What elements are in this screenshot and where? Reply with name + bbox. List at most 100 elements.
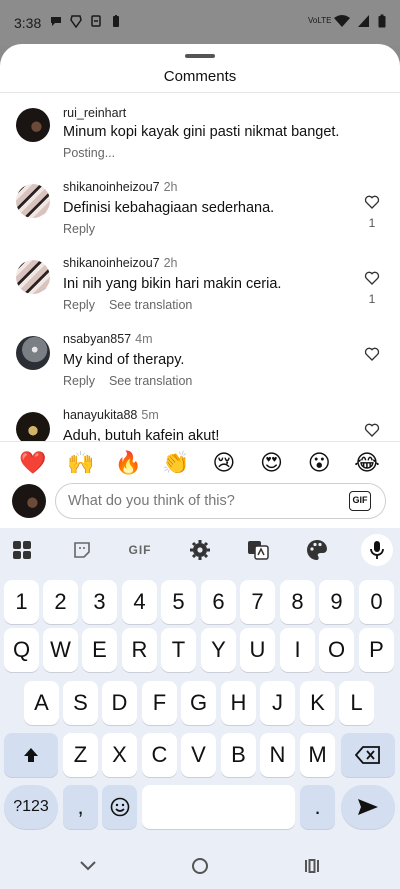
key-8[interactable]: 8 bbox=[280, 580, 315, 624]
key-j[interactable]: J bbox=[260, 681, 295, 725]
key-a[interactable]: A bbox=[24, 681, 59, 725]
back-chevron-icon[interactable] bbox=[76, 854, 100, 878]
emoji-heart-eyes[interactable]: 😍 bbox=[257, 449, 287, 477]
key-3[interactable]: 3 bbox=[82, 580, 117, 624]
period-key[interactable]: . bbox=[300, 785, 335, 829]
key-o[interactable]: O bbox=[319, 628, 354, 672]
key-s[interactable]: S bbox=[63, 681, 98, 725]
comma-key[interactable]: , bbox=[63, 785, 98, 829]
system-nav-bar bbox=[0, 842, 400, 889]
emoji-clap[interactable]: 👏 bbox=[161, 449, 191, 477]
heart-icon[interactable] bbox=[364, 270, 380, 286]
key-4[interactable]: 4 bbox=[122, 580, 157, 624]
key-f[interactable]: F bbox=[142, 681, 177, 725]
emoji-heart[interactable]: ❤️ bbox=[18, 449, 48, 477]
comment-time: 4m bbox=[135, 332, 153, 346]
comment-text: Definisi kebahagiaan sederhana. bbox=[63, 200, 275, 216]
key-1[interactable]: 1 bbox=[4, 580, 39, 624]
key-h[interactable]: H bbox=[221, 681, 256, 725]
emoji-raised-hands[interactable]: 🙌 bbox=[66, 449, 96, 477]
volte-icon: VoLTE bbox=[308, 16, 332, 25]
key-r[interactable]: R bbox=[122, 628, 157, 672]
send-arrow-icon bbox=[358, 799, 378, 815]
key-9[interactable]: 9 bbox=[319, 580, 354, 624]
avatar[interactable] bbox=[16, 108, 50, 142]
key-m[interactable]: M bbox=[300, 733, 335, 777]
key-u[interactable]: U bbox=[240, 628, 275, 672]
space-bar[interactable] bbox=[142, 785, 295, 829]
comment-input[interactable] bbox=[68, 492, 338, 510]
see-translation-button[interactable]: See translation bbox=[109, 298, 192, 312]
avatar[interactable] bbox=[16, 260, 50, 294]
comment-list[interactable]: rui_reinhart Minum kopi kayak gini pasti… bbox=[0, 100, 400, 442]
zxcv-row: Z X C V B N M bbox=[0, 733, 400, 777]
avatar[interactable] bbox=[16, 336, 50, 370]
avatar[interactable] bbox=[16, 412, 50, 442]
key-e[interactable]: E bbox=[82, 628, 117, 672]
reply-button[interactable]: Reply bbox=[63, 374, 95, 388]
key-2[interactable]: 2 bbox=[43, 580, 78, 624]
comment-item: nsabyan857 4m My kind of therapy. Reply S… bbox=[0, 328, 400, 404]
key-w[interactable]: W bbox=[43, 628, 78, 672]
key-5[interactable]: 5 bbox=[161, 580, 196, 624]
emoji-laughing[interactable]: 😂 bbox=[352, 449, 382, 477]
key-z[interactable]: Z bbox=[63, 733, 98, 777]
home-circle-icon[interactable] bbox=[188, 854, 212, 878]
reply-button[interactable]: Reply bbox=[63, 222, 95, 236]
send-key[interactable] bbox=[341, 785, 395, 829]
key-l[interactable]: L bbox=[339, 681, 374, 725]
key-i[interactable]: I bbox=[280, 628, 315, 672]
keyboard-gif-button[interactable]: GIF bbox=[128, 538, 152, 562]
backspace-key[interactable] bbox=[341, 733, 395, 777]
reply-button[interactable]: Reply bbox=[63, 298, 95, 312]
key-n[interactable]: N bbox=[260, 733, 295, 777]
key-v[interactable]: V bbox=[181, 733, 216, 777]
key-b[interactable]: B bbox=[221, 733, 256, 777]
comment-username[interactable]: shikanoinheizou7 bbox=[63, 180, 160, 194]
comment-item: shikanoinheizou7 2h Definisi kebahagiaan … bbox=[0, 176, 400, 252]
key-d[interactable]: D bbox=[102, 681, 137, 725]
emoji-surprised[interactable]: 😮 bbox=[304, 449, 334, 477]
key-k[interactable]: K bbox=[300, 681, 335, 725]
heart-icon[interactable] bbox=[364, 422, 380, 438]
status-icons-right: VoLTE bbox=[308, 14, 386, 28]
recents-icon[interactable] bbox=[300, 854, 324, 878]
emoji-key[interactable] bbox=[102, 785, 137, 829]
sheet-drag-handle[interactable] bbox=[185, 54, 215, 58]
key-x[interactable]: X bbox=[102, 733, 137, 777]
key-7[interactable]: 7 bbox=[240, 580, 275, 624]
symbols-key[interactable]: ?123 bbox=[4, 785, 58, 829]
key-y[interactable]: Y bbox=[201, 628, 236, 672]
key-q[interactable]: Q bbox=[4, 628, 39, 672]
comment-username[interactable]: rui_reinhart bbox=[63, 106, 126, 120]
translate-icon[interactable] bbox=[246, 538, 270, 562]
key-t[interactable]: T bbox=[161, 628, 196, 672]
comment-item: shikanoinheizou7 2h Ini nih yang bikin ha… bbox=[0, 252, 400, 328]
key-g[interactable]: G bbox=[181, 681, 216, 725]
sticker-icon[interactable] bbox=[70, 538, 94, 562]
battery-saver-icon bbox=[113, 15, 119, 27]
palette-icon[interactable] bbox=[305, 538, 329, 562]
comment-username[interactable]: hanayukita88 bbox=[63, 408, 137, 422]
key-6[interactable]: 6 bbox=[201, 580, 236, 624]
key-c[interactable]: C bbox=[142, 733, 177, 777]
heart-icon[interactable] bbox=[364, 346, 380, 362]
wifi-icon bbox=[334, 15, 350, 27]
gear-icon[interactable] bbox=[188, 538, 212, 562]
key-p[interactable]: P bbox=[359, 628, 394, 672]
key-0[interactable]: 0 bbox=[359, 580, 394, 624]
apps-grid-icon[interactable] bbox=[10, 538, 34, 562]
comment-username[interactable]: shikanoinheizou7 bbox=[63, 256, 160, 270]
see-translation-button[interactable]: See translation bbox=[109, 374, 192, 388]
mic-button[interactable] bbox=[361, 534, 393, 566]
emoji-crying[interactable]: 😢 bbox=[209, 449, 239, 477]
gif-button[interactable]: GIF bbox=[349, 491, 371, 511]
avatar[interactable] bbox=[16, 184, 50, 218]
shift-key[interactable] bbox=[4, 733, 58, 777]
comment-text: My kind of therapy. bbox=[63, 352, 185, 368]
comment-username[interactable]: nsabyan857 bbox=[63, 332, 131, 346]
emoji-fire[interactable]: 🔥 bbox=[113, 449, 143, 477]
mic-icon bbox=[370, 541, 384, 559]
heart-icon[interactable] bbox=[364, 194, 380, 210]
current-user-avatar bbox=[12, 484, 46, 518]
